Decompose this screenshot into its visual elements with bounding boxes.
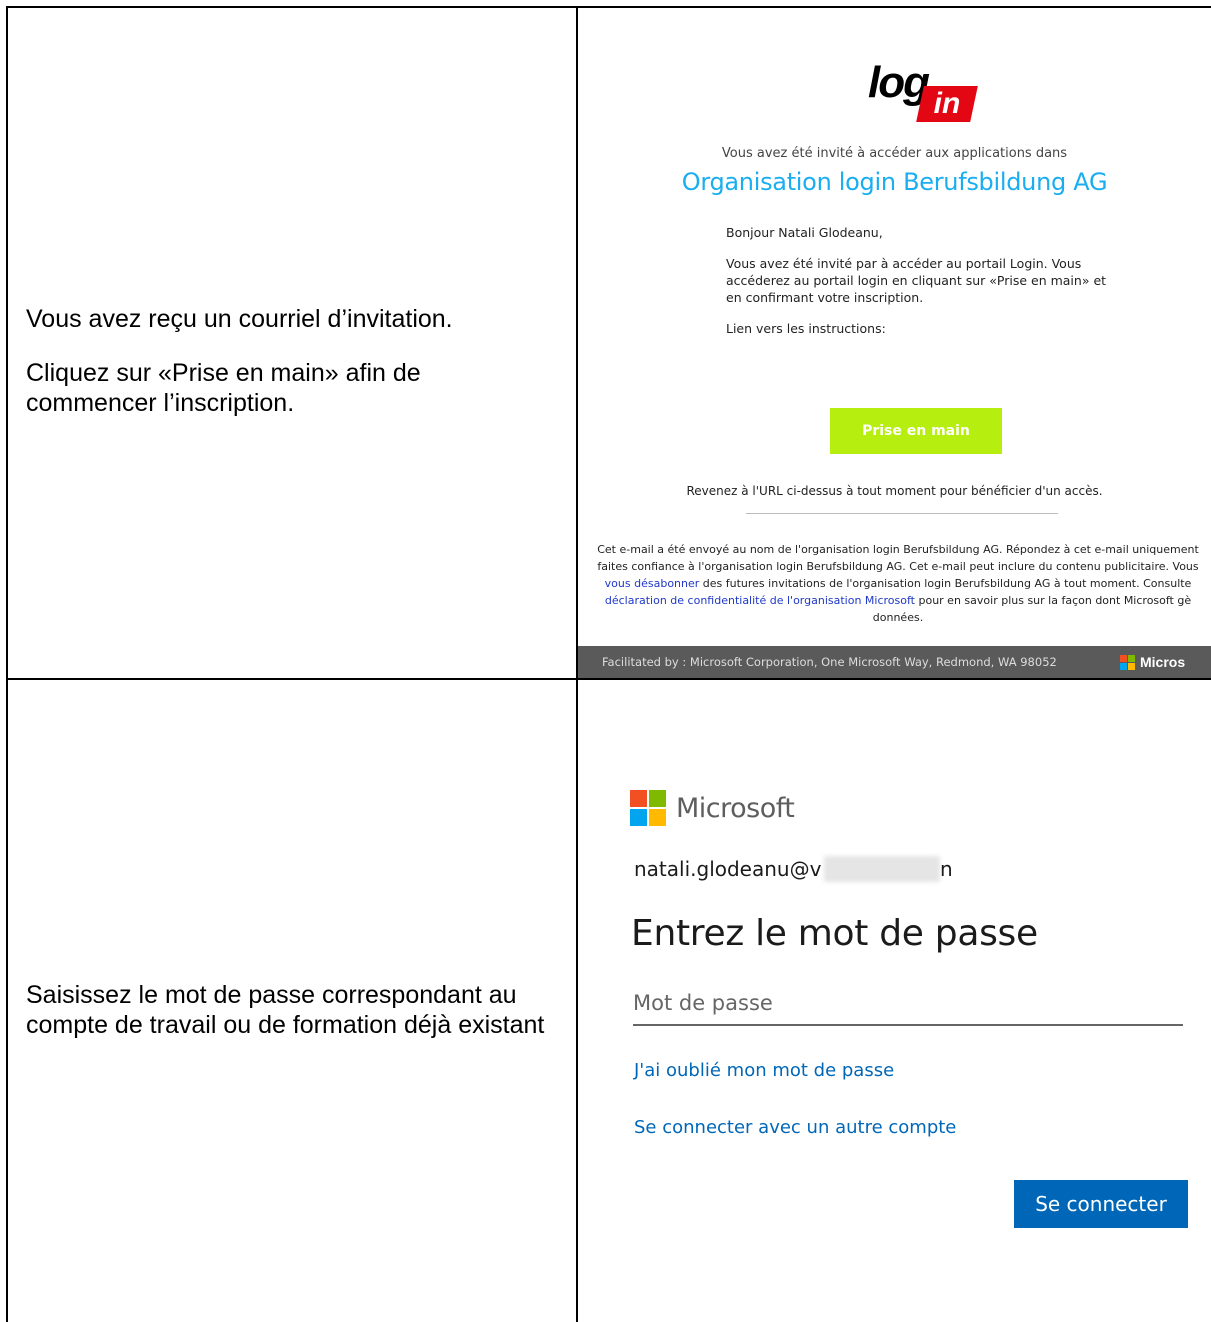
instructions-link-label: Lien vers les instructions:: [726, 321, 886, 336]
login-logo-log: log: [868, 58, 930, 107]
instruction-click-start: Cliquez sur «Prise en main» afin de comm…: [26, 359, 421, 417]
forgot-password-link[interactable]: J'ai oublié mon mot de passe: [634, 1060, 894, 1081]
microsoft-brand: Microsoft: [630, 790, 795, 826]
email-body-text: Vous avez été invité par à accéder au po…: [726, 256, 1107, 305]
fineprint-line-3: vous désabonner des futures invitations …: [578, 575, 1211, 592]
email-greeting: Bonjour Natali Glodeanu,: [726, 225, 883, 240]
page-title: Entrez le mot de passe: [631, 913, 1038, 954]
login-logo: log in: [868, 58, 978, 128]
organisation-name: Organisation login Berufsbildung AG: [681, 168, 1108, 196]
fineprint-line-4: déclaration de confidentialité de l'orga…: [578, 592, 1211, 609]
unsubscribe-link[interactable]: vous désabonner: [605, 577, 700, 590]
email-footer: Facilitated by : Microsoft Corporation, …: [578, 646, 1211, 678]
login-logo-in: in: [933, 87, 961, 120]
privacy-statement-link[interactable]: déclaration de confidentialité de l'orga…: [605, 594, 915, 607]
footer-facilitated-text: Facilitated by : Microsoft Corporation, …: [602, 655, 1057, 669]
account-email-end: n: [940, 857, 953, 881]
account-email: natali.glodeanu@v: [634, 857, 822, 881]
microsoft-logo-icon: [630, 790, 666, 826]
password-field[interactable]: [633, 982, 1183, 1026]
row1-instructions: Vous avez reçu un courriel d’invitation.…: [26, 304, 556, 418]
fineprint-line-5: données.: [872, 611, 924, 624]
footer-microsoft-logo: Micros: [1120, 654, 1185, 670]
get-started-button[interactable]: Prise en main: [830, 408, 1002, 454]
other-account-link[interactable]: Se connecter avec un autre compte: [634, 1117, 956, 1138]
table-border-left: [6, 6, 8, 1322]
fineprint-line-1: Cet e-mail a été envoyé au nom de l'orga…: [597, 543, 1199, 556]
invite-line: Vous avez été invité à accéder aux appli…: [721, 146, 1068, 161]
fineprint-line-2: faites confiance à l'organisation login …: [597, 560, 1199, 573]
microsoft-wordmark: Microsoft: [676, 792, 795, 824]
email-body: Bonjour Natali Glodeanu, Vous avez été i…: [726, 224, 1116, 351]
row2-instructions: Saisissez le mot de passe correspondant …: [26, 980, 556, 1040]
redacted-email-region: [824, 856, 940, 882]
email-divider: [746, 513, 1058, 514]
microsoft-logo-icon: [1120, 654, 1135, 670]
microsoft-signin-panel: Microsoft natali.glodeanu@v n Entrez le …: [578, 680, 1211, 1322]
login-logo-in-badge: in: [916, 86, 978, 122]
instruction-enter-password: Saisissez le mot de passe correspondant …: [26, 981, 545, 1039]
signin-button[interactable]: Se connecter: [1014, 1180, 1188, 1228]
instruction-received-email: Vous avez reçu un courriel d’invitation.: [26, 305, 453, 333]
fineprint-line-4-text: pour en savoir plus sur la façon dont Mi…: [914, 594, 1192, 607]
email-fineprint: Cet e-mail a été envoyé au nom de l'orga…: [578, 541, 1211, 626]
invitation-email: log in Vous avez été invité à accéder au…: [578, 8, 1211, 678]
fineprint-line-3-text: des futures invitations de l'organisatio…: [699, 577, 1192, 590]
footer-brand-text: Micros: [1140, 654, 1186, 670]
return-url-note: Revenez à l'URL ci-dessus à tout moment …: [686, 484, 1103, 498]
